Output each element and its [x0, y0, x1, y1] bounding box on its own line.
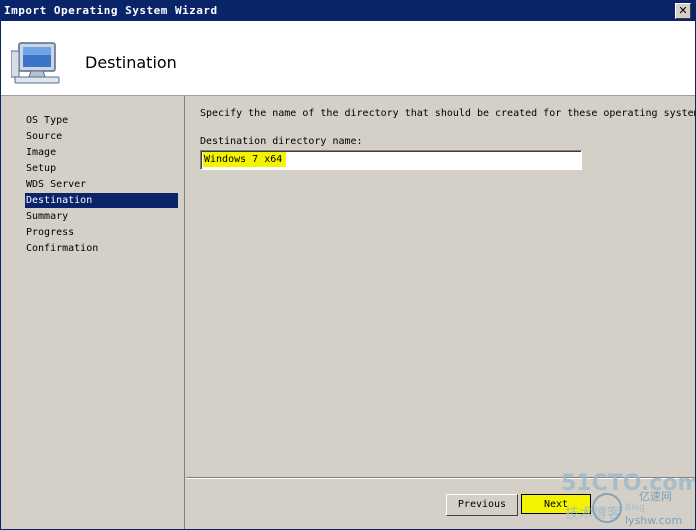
close-icon: ✕	[678, 4, 688, 17]
watermark-line3: Blog	[625, 503, 645, 513]
watermark-line4: 亿速网	[639, 490, 672, 503]
close-button[interactable]: ✕	[675, 3, 691, 19]
step-setup[interactable]: Setup	[25, 161, 178, 176]
watermark-line5: lyshw.com	[625, 514, 682, 527]
step-source[interactable]: Source	[25, 129, 178, 144]
wizard-steps-sidebar: OS Type Source Image Setup WDS Server De…	[1, 96, 185, 529]
destination-directory-value: Windows 7 x64	[203, 152, 287, 167]
wizard-content: Specify the name of the directory that s…	[186, 96, 695, 476]
step-os-type[interactable]: OS Type	[25, 113, 178, 128]
wizard-header: Destination	[1, 21, 695, 96]
window-title: Import Operating System Wizard	[4, 4, 218, 17]
site-watermark: 51CTO.com 技术博客 Blog 亿速网 lyshw.com	[561, 471, 695, 527]
step-wds-server[interactable]: WDS Server	[25, 177, 178, 192]
step-summary[interactable]: Summary	[25, 209, 178, 224]
step-progress[interactable]: Progress	[25, 225, 178, 240]
wizard-window: Import Operating System Wizard ✕ Destina…	[0, 0, 696, 530]
computer-icon	[11, 42, 60, 84]
step-confirmation[interactable]: Confirmation	[25, 241, 178, 256]
destination-label: Destination directory name:	[200, 136, 363, 147]
step-image[interactable]: Image	[25, 145, 178, 160]
watermark-line1: 51CTO.com	[561, 471, 695, 496]
page-title: Destination	[85, 53, 177, 72]
title-bar[interactable]: Import Operating System Wizard ✕	[1, 1, 695, 21]
instruction-text: Specify the name of the directory that s…	[200, 108, 695, 119]
previous-button[interactable]: Previous	[446, 494, 518, 516]
destination-directory-input[interactable]: Windows 7 x64	[200, 150, 582, 170]
step-destination[interactable]: Destination	[25, 193, 178, 208]
